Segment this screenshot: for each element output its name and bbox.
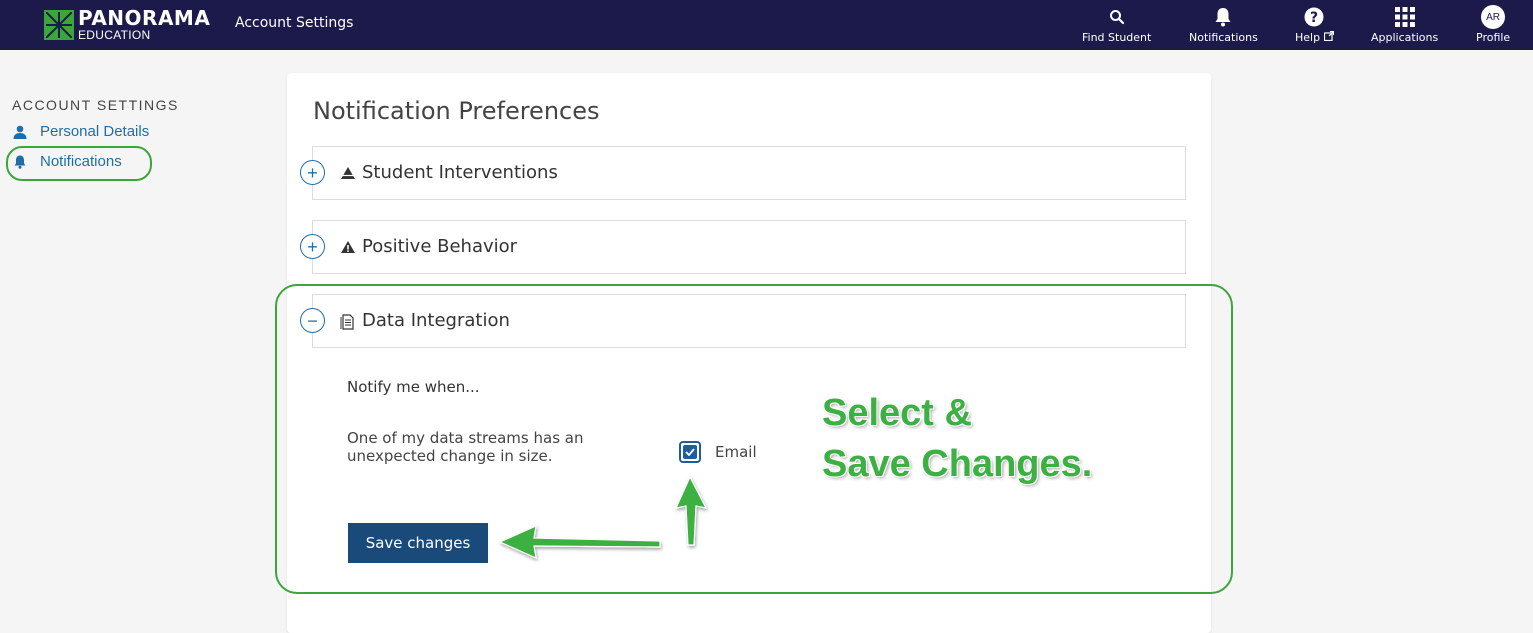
grid-icon: [1371, 4, 1438, 30]
warning-icon: [340, 240, 356, 256]
nav-applications[interactable]: Applications: [1371, 4, 1438, 44]
avatar: AR: [1481, 5, 1506, 29]
brand-sub: EDUCATION: [78, 28, 151, 42]
bell-icon: [1189, 4, 1258, 30]
external-link-icon: [1323, 30, 1334, 44]
nav-find-student[interactable]: Find Student: [1082, 4, 1151, 44]
annotation-text-line1: Select &: [822, 392, 972, 434]
triangle-icon: [340, 166, 356, 182]
svg-text:?: ?: [1310, 10, 1318, 26]
nav-label: Profile: [1476, 31, 1511, 44]
panorama-logo[interactable]: PANORAMA EDUCATION: [43, 6, 211, 42]
nav-notifications[interactable]: Notifications: [1189, 4, 1258, 44]
nav-label: Find Student: [1082, 31, 1152, 44]
annotation-text-line2: Save Changes.: [822, 443, 1093, 485]
section-student-interventions[interactable]: Student Interventions: [312, 146, 1186, 200]
expand-toggle-button[interactable]: +: [300, 160, 325, 185]
page-title: Notification Preferences: [313, 97, 600, 125]
expand-toggle-button[interactable]: +: [300, 234, 325, 259]
search-icon: [1082, 4, 1151, 30]
section-title: Student Interventions: [362, 162, 558, 183]
annotation-highlight-box: [275, 284, 1233, 594]
logo-mark-icon: [43, 8, 75, 41]
nav-profile[interactable]: AR Profile: [1476, 4, 1510, 44]
help-icon: ?: [1295, 4, 1334, 30]
sidebar-item-label: Personal Details: [40, 123, 150, 140]
sidebar-heading: ACCOUNT SETTINGS: [12, 97, 179, 113]
nav-label: Help: [1295, 31, 1321, 44]
sidebar-highlight-annotation: [6, 146, 152, 181]
nav-help[interactable]: ? Help: [1295, 4, 1334, 44]
section-positive-behavior[interactable]: Positive Behavior: [312, 220, 1186, 274]
nav-label: Notifications: [1189, 31, 1258, 44]
person-icon: [12, 124, 28, 140]
sidebar-item-personal-details[interactable]: Personal Details: [12, 123, 149, 140]
brand-name: PANORAMA: [78, 6, 211, 30]
section-title: Positive Behavior: [362, 236, 518, 257]
nav-label: Applications: [1371, 31, 1439, 44]
header-title: Account Settings: [235, 15, 354, 31]
top-nav: PANORAMA EDUCATION Account Settings Find…: [0, 0, 1533, 50]
